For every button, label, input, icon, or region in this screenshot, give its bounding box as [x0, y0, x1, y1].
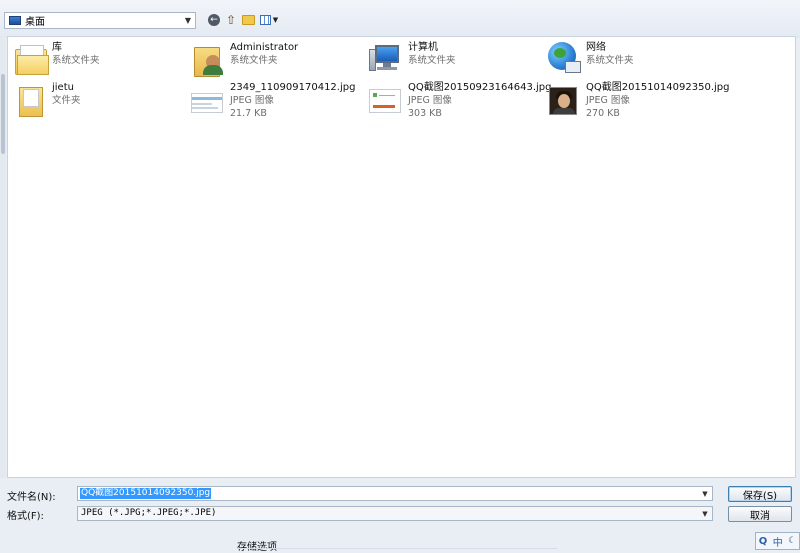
left-scrollbar[interactable]: [0, 36, 6, 478]
image-thumbnail-icon: [367, 81, 403, 117]
moon-icon[interactable]: ☾: [788, 536, 796, 546]
item-size: 21.7 KB: [230, 108, 267, 119]
ime-tray[interactable]: Q 中 ☾: [755, 532, 800, 550]
item-type: 系统文件夹: [586, 55, 634, 66]
list-item[interactable]: QQ截图20151014092350.jpg JPEG 图像 270 KB: [545, 81, 729, 119]
item-type: 文件夹: [52, 95, 81, 106]
options-divider: [237, 548, 557, 553]
list-item[interactable]: 库系统文件夹: [11, 41, 100, 79]
format-label: 格式(F):: [7, 511, 44, 522]
ime-logo-icon[interactable]: Q: [759, 536, 768, 547]
view-menu-button[interactable]: ▼: [258, 13, 280, 27]
item-name: jietu: [52, 82, 74, 93]
item-name: 2349_110909170412.jpg: [230, 82, 356, 93]
list-item[interactable]: 计算机 系统文件夹: [367, 41, 456, 79]
back-button[interactable]: ←: [207, 13, 221, 27]
list-item[interactable]: QQ截图20150923164643.jpg JPEG 图像 303 KB: [367, 81, 551, 119]
ime-language[interactable]: 中: [773, 534, 783, 549]
item-name: 计算机: [408, 42, 438, 53]
format-select[interactable]: JPEG (*.JPG;*.JPEG;*.JPE) ▼: [77, 506, 713, 521]
filename-value[interactable]: QQ截图20151014092350.jpg: [80, 488, 212, 499]
computer-icon: [367, 41, 403, 77]
chevron-down-icon: ▼: [272, 16, 279, 24]
network-icon: [545, 41, 581, 77]
user-folder-icon: [189, 41, 225, 77]
back-arrow-icon: ←: [208, 14, 220, 26]
item-type: JPEG 图像: [230, 95, 274, 106]
format-value: JPEG (*.JPG;*.JPEG;*.JPE): [81, 508, 217, 518]
up-folder-icon: ⇧: [225, 13, 237, 27]
view-menu-icon: [259, 15, 271, 25]
save-button[interactable]: 保存(S): [728, 486, 792, 502]
new-folder-icon: [241, 15, 255, 25]
item-type: JPEG 图像: [408, 95, 452, 106]
location-dropdown[interactable]: 桌面 ▼: [4, 12, 196, 29]
item-type: JPEG 图像: [586, 95, 630, 106]
filename-field[interactable]: QQ截图20151014092350.jpg ▼: [77, 486, 713, 501]
item-name: 网络: [586, 42, 606, 53]
chevron-down-icon[interactable]: ▼: [181, 13, 195, 28]
item-size: 303 KB: [408, 108, 442, 119]
item-name: Administrator: [230, 42, 299, 53]
list-item[interactable]: 2349_110909170412.jpg JPEG 图像 21.7 KB: [189, 81, 355, 119]
new-folder-button[interactable]: [241, 13, 255, 27]
item-name: QQ截图20150923164643.jpg: [408, 82, 552, 93]
up-folder-button[interactable]: ⇧: [224, 13, 238, 27]
item-type: 系统文件夹: [230, 55, 278, 66]
list-item[interactable]: 网络 系统文件夹: [545, 41, 634, 79]
item-type: 系统文件夹: [408, 55, 456, 66]
library-icon: [11, 41, 49, 77]
list-item[interactable]: jietu 文件夹: [11, 81, 81, 119]
scroll-thumb[interactable]: [1, 74, 5, 154]
folder-icon: [11, 81, 47, 117]
list-item[interactable]: Administrator 系统文件夹: [189, 41, 298, 79]
item-size: 270 KB: [586, 108, 620, 119]
toolbar: 桌面 ▼ ← ⇧ ▼: [0, 0, 800, 38]
item-name: 库: [52, 42, 62, 53]
file-list[interactable]: 库系统文件夹 Administrator 系统文件夹 计算机系统文件夹 网络系统文…: [7, 36, 796, 478]
chevron-down-icon[interactable]: ▼: [698, 507, 712, 520]
cancel-button[interactable]: 取消: [728, 506, 792, 522]
item-name: QQ截图20151014092350.jpg: [586, 82, 730, 93]
filename-label: 文件名(N):: [7, 492, 56, 503]
desktop-icon: [9, 16, 21, 25]
location-text: 桌面: [25, 17, 45, 28]
chevron-down-icon[interactable]: ▼: [698, 487, 712, 500]
image-thumbnail-icon: [189, 81, 225, 117]
item-type: 系统文件夹: [52, 55, 100, 66]
image-thumbnail-icon: [545, 81, 581, 117]
